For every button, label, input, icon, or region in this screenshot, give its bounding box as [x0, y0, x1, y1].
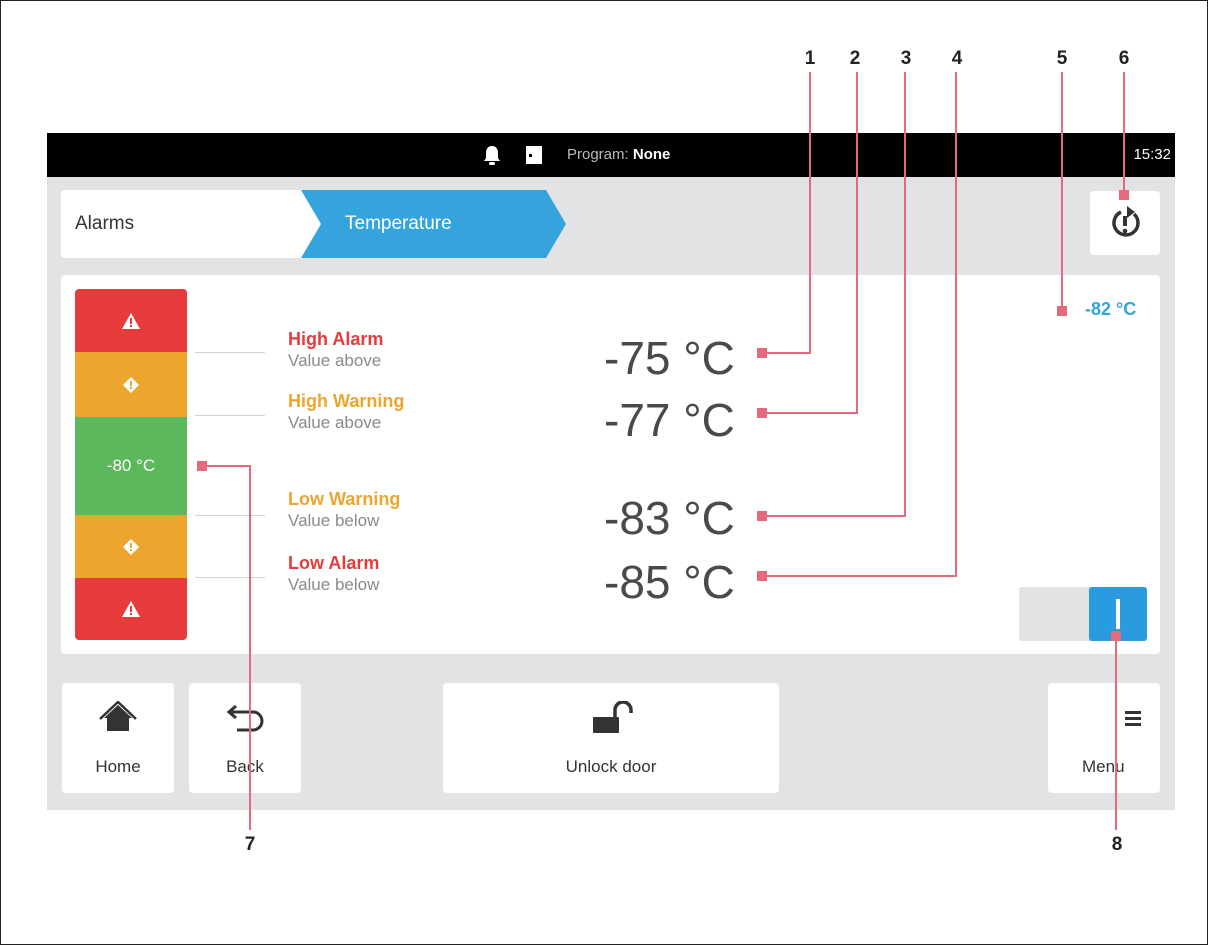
back-icon — [226, 704, 264, 732]
callout-leader-4 — [762, 575, 957, 577]
callout-marker-8 — [1111, 631, 1121, 641]
low-warning-value[interactable]: -83 °C — [604, 491, 735, 545]
device-screen: Program: None 15:32 Alarms Temperature -… — [47, 133, 1175, 810]
callout-leader-3 — [762, 515, 906, 517]
back-button[interactable]: Back — [189, 683, 301, 793]
menu-icon — [1125, 711, 1141, 726]
warning-diamond-icon — [123, 376, 139, 393]
callout-leader-2 — [762, 412, 858, 414]
callout-leader-4 — [955, 72, 957, 577]
high-warning-title: High Warning — [288, 391, 405, 411]
low-warning-zone[interactable] — [75, 515, 187, 578]
callout-8: 8 — [1111, 834, 1123, 855]
callout-leader-2 — [856, 72, 858, 414]
high-alarm-zone[interactable] — [75, 289, 187, 352]
low-alarm-value[interactable]: -85 °C — [604, 555, 735, 609]
callout-marker-2 — [757, 408, 767, 418]
high-alarm-subtitle: Value above — [288, 351, 382, 370]
current-temperature: -82 °C — [1085, 299, 1137, 319]
high-warning-subtitle: Value above — [288, 413, 382, 432]
callout-marker-5 — [1057, 306, 1067, 316]
bell-icon — [484, 146, 500, 165]
breadcrumb-temperature-label: Temperature — [345, 213, 452, 234]
door-icon — [526, 146, 542, 164]
callout-7: 7 — [244, 834, 256, 855]
home-button[interactable]: Home — [62, 683, 174, 793]
unlock-icon — [593, 701, 633, 733]
unlock-door-button[interactable]: Unlock door — [443, 683, 779, 793]
low-warning-title: Low Warning — [288, 489, 401, 509]
setpoint-label: -80 °C — [106, 456, 156, 475]
menu-button[interactable]: Menu — [1048, 683, 1160, 793]
high-alarm-title: High Alarm — [288, 329, 384, 349]
callout-leader-1 — [809, 72, 811, 354]
program-label: Program: — [567, 146, 629, 163]
callout-marker-3 — [757, 511, 767, 521]
callout-leader-3 — [904, 72, 906, 517]
callout-3: 3 — [900, 48, 912, 69]
menu-label: Menu — [1082, 757, 1125, 776]
callout-6: 6 — [1118, 48, 1130, 69]
alarm-toggle[interactable] — [1019, 587, 1147, 641]
divider — [195, 577, 265, 578]
callout-leader-8 — [1115, 636, 1117, 830]
clock: 15:32 — [1133, 146, 1171, 163]
callout-marker-1 — [757, 348, 767, 358]
callout-leader-7 — [249, 465, 251, 830]
breadcrumb-alarms-label: Alarms — [75, 213, 135, 234]
callout-marker-7 — [197, 461, 207, 471]
unlock-label: Unlock door — [565, 757, 657, 776]
back-label: Back — [226, 757, 264, 776]
alarm-reset-button[interactable] — [1090, 191, 1160, 255]
low-alarm-title: Low Alarm — [288, 553, 380, 573]
divider — [195, 515, 265, 516]
callout-2: 2 — [849, 48, 861, 69]
callout-leader-7 — [200, 465, 251, 467]
alarm-reset-icon — [1112, 206, 1140, 237]
divider — [195, 415, 265, 416]
callout-marker-4 — [757, 571, 767, 581]
callout-4: 4 — [951, 48, 963, 69]
status-bar: Program: None 15:32 — [47, 133, 1175, 177]
normal-zone: -80 °C — [75, 417, 187, 515]
high-alarm-value[interactable]: -75 °C — [604, 331, 735, 385]
warning-triangle-icon — [122, 312, 140, 329]
breadcrumb-temperature[interactable]: Temperature — [301, 190, 571, 258]
low-warning-subtitle: Value below — [288, 511, 380, 530]
program-status: Program: None — [567, 146, 670, 163]
callout-leader-1 — [762, 352, 811, 354]
breadcrumb-alarms[interactable]: Alarms — [61, 190, 341, 258]
divider — [195, 352, 265, 353]
callout-leader-6 — [1123, 72, 1125, 196]
low-alarm-zone[interactable] — [75, 578, 187, 640]
home-label: Home — [95, 757, 141, 776]
callout-leader-5 — [1061, 72, 1063, 311]
callout-1: 1 — [804, 48, 816, 69]
high-warning-value[interactable]: -77 °C — [604, 393, 735, 447]
warning-triangle-icon — [122, 601, 140, 617]
home-icon — [99, 701, 137, 731]
low-alarm-subtitle: Value below — [288, 575, 380, 594]
warning-diamond-icon — [123, 538, 139, 555]
callout-marker-6 — [1119, 190, 1129, 200]
high-warning-zone[interactable] — [75, 352, 187, 417]
program-value: None — [632, 146, 671, 163]
callout-5: 5 — [1056, 48, 1068, 69]
